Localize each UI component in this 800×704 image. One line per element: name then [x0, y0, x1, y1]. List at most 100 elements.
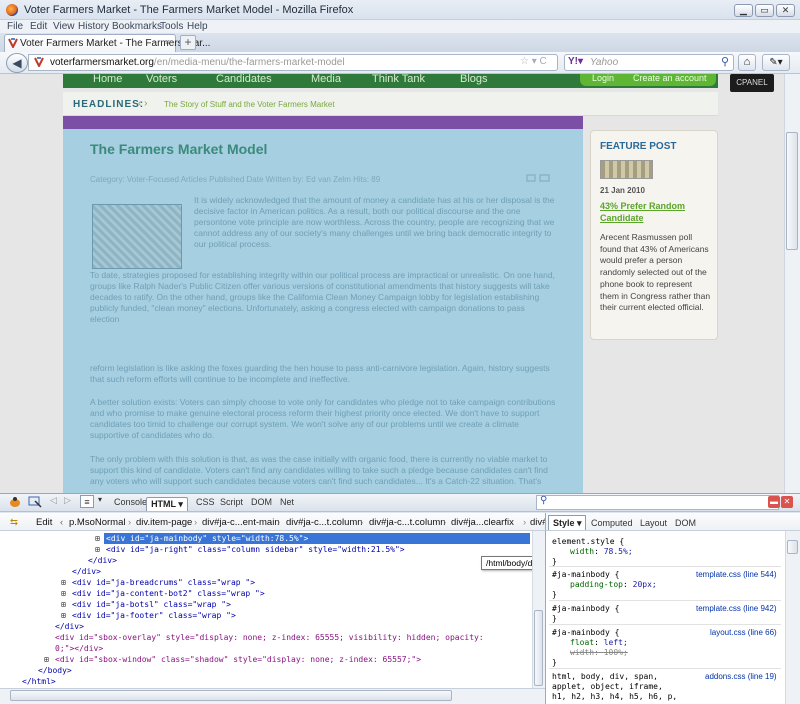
site-nav-think-tank[interactable]: Think Tank [372, 73, 425, 85]
cpanel-button[interactable]: CPANEL [730, 74, 774, 92]
css-source-link[interactable]: template.css (line 544) [696, 570, 776, 579]
menu-list-icon[interactable]: ≡ [80, 495, 94, 508]
addon-button[interactable]: ✎▾ [762, 54, 790, 71]
close-window-button[interactable]: ✕ [776, 4, 795, 17]
tab-css[interactable]: CSS [196, 497, 215, 507]
tab-layout[interactable]: Layout [640, 518, 667, 528]
search-input[interactable]: Yahoo [590, 57, 618, 68]
expand-toggle-icon[interactable]: ⊞ [61, 610, 66, 621]
tab-computed[interactable]: Computed [591, 518, 633, 528]
create-account-link[interactable]: Create an account [633, 73, 707, 83]
css-selector[interactable]: #ja-mainbody { [552, 604, 619, 614]
css-selector[interactable]: #ja-mainbody { [552, 570, 619, 580]
html-node-line[interactable]: </html> [22, 676, 56, 687]
html-node-line[interactable]: 0;"></div> [55, 643, 103, 654]
html-node-line[interactable]: <div id="ja-content-bot2" class="wrap "> [72, 588, 265, 599]
breadcrumb-item[interactable]: div.item-page [136, 517, 192, 528]
firebug-icon[interactable] [8, 496, 22, 508]
menu-history[interactable]: History [78, 21, 109, 32]
site-nav-voters[interactable]: Voters [146, 73, 177, 85]
css-selector-continued[interactable]: applet, object, iframe, [552, 682, 663, 692]
expand-toggle-icon[interactable]: ⊞ [95, 533, 100, 544]
tab-side-dom[interactable]: DOM [675, 518, 696, 528]
html-node-line[interactable]: <div id="ja-right" class="column sidebar… [106, 544, 405, 555]
menu-file[interactable]: File [7, 21, 23, 32]
style-panel-scrollbar-thumb[interactable] [787, 540, 798, 554]
tab-net[interactable]: Net [280, 497, 294, 507]
tab-style[interactable]: Style ▾ [548, 515, 586, 530]
tab-close-icon[interactable]: × [162, 37, 173, 48]
html-node-line[interactable]: <div id="sbox-overlay" style="display: n… [55, 632, 484, 643]
expand-toggle-icon[interactable]: ⊞ [44, 654, 49, 665]
css-selector[interactable]: html, body, div, span, [552, 672, 658, 682]
html-node-line[interactable]: <div id="sbox-window" class="shadow" sty… [55, 654, 421, 665]
minimize-button[interactable]: ▁ [734, 4, 753, 17]
maximize-button[interactable]: ▭ [755, 4, 774, 17]
menu-tools[interactable]: Tools [160, 21, 183, 32]
expand-toggle-icon[interactable]: ⊞ [95, 544, 100, 555]
css-source-link[interactable]: addons.css (line 19) [705, 672, 777, 681]
html-node-line[interactable]: <div id="ja-breadcrums" class="wrap "> [72, 577, 255, 588]
css-selector[interactable]: #ja-mainbody { [552, 628, 619, 638]
breadcrumb-item[interactable]: div#ja-c...t.column [369, 517, 446, 528]
back-button[interactable]: ◀ [6, 53, 28, 73]
breadcrumb-scroll-left-icon[interactable]: ‹ [60, 517, 63, 528]
tab-console[interactable]: Console [114, 497, 147, 507]
login-link[interactable]: Login [592, 73, 614, 83]
css-declaration[interactable]: width: 78.5%; [570, 547, 633, 557]
site-nav-blogs[interactable]: Blogs [460, 73, 488, 85]
html-node-line[interactable]: <div id="ja-mainbody" style="width:78.5%… [106, 533, 308, 544]
expand-toggle-icon[interactable]: ⊞ [61, 599, 66, 610]
site-nav-candidates[interactable]: Candidates [216, 73, 272, 85]
tab-dom[interactable]: DOM [251, 497, 272, 507]
search-engine-icon[interactable]: Y!▾ [568, 56, 583, 67]
firebug-edit-icon[interactable]: ⇆ [10, 517, 18, 528]
style-panel-scrollbar[interactable] [785, 531, 800, 704]
css-source-link[interactable]: template.css (line 942) [696, 604, 776, 613]
search-icon[interactable]: ⚲ [721, 55, 729, 68]
html-node-line[interactable]: <div id="ja-botsl" class="wrap "> [72, 599, 231, 610]
css-source-link[interactable]: layout.css (line 66) [710, 628, 777, 637]
menu-help[interactable]: Help [187, 21, 208, 32]
feature-link[interactable]: 43% Prefer Random Candidate [600, 200, 710, 224]
html-node-line[interactable]: <div id="ja-footer" class="wrap "> [72, 610, 236, 621]
bookmark-star-icon[interactable]: ☆ ▾ C [520, 56, 547, 67]
html-panel-scrollbar-thumb[interactable] [534, 610, 543, 686]
chevron-down-icon[interactable]: ▾ [98, 495, 102, 504]
page-scrollbar-thumb[interactable] [786, 132, 798, 250]
css-declaration[interactable]: padding-top: 20px; [570, 580, 657, 590]
css-selector[interactable]: element.style { [552, 537, 624, 547]
firebug-close-icon[interactable]: ✕ [781, 496, 793, 508]
headline-arrows-icon[interactable]: ‹ › [138, 98, 147, 109]
headline-story-link[interactable]: The Story of Stuff and the Voter Farmers… [164, 100, 335, 109]
back-arrow-icon[interactable]: ◁ [50, 495, 57, 506]
new-tab-button[interactable]: + [180, 35, 196, 50]
css-selector-continued[interactable]: h1, h2, h3, h4, h5, h6, p, [552, 692, 677, 702]
home-button[interactable]: ⌂ [738, 54, 756, 71]
expand-toggle-icon[interactable]: ⊞ [61, 577, 66, 588]
url-text[interactable]: voterfarmersmarket.org/en/media-menu/the… [50, 57, 345, 68]
menu-edit[interactable]: Edit [30, 21, 47, 32]
firebug-minimize-icon[interactable]: ▬ [768, 496, 780, 508]
site-nav-home[interactable]: Home [93, 73, 122, 85]
breadcrumb-item[interactable]: div#ja-c...t.column [286, 517, 363, 528]
css-overridden-declaration[interactable]: width: 100%; [570, 648, 628, 658]
html-node-line[interactable]: </div> [72, 566, 101, 577]
css-declaration[interactable]: float: left; [570, 638, 628, 648]
print-email-icon[interactable] [526, 173, 550, 183]
html-node-line[interactable]: </body> [38, 665, 72, 676]
menu-view[interactable]: View [53, 21, 75, 32]
breadcrumb-item[interactable]: div#ja-c...ent-main [202, 517, 280, 528]
html-node-line[interactable]: </div> [55, 621, 84, 632]
edit-button[interactable]: Edit [36, 517, 52, 528]
forward-arrow-icon[interactable]: ▷ [64, 495, 71, 506]
menu-bookmarks[interactable]: Bookmarks [112, 21, 162, 32]
breadcrumb-item[interactable]: div#ja...clearfix [451, 517, 514, 528]
inspect-element-icon[interactable] [28, 496, 42, 508]
breadcrumb-item[interactable]: p.MsoNormal [69, 517, 126, 528]
tab-script[interactable]: Script [220, 497, 243, 507]
html-node-line[interactable]: </div> [88, 555, 117, 566]
tab-html[interactable]: HTML ▾ [146, 497, 188, 511]
expand-toggle-icon[interactable]: ⊞ [61, 588, 66, 599]
site-nav-media[interactable]: Media [311, 73, 341, 85]
